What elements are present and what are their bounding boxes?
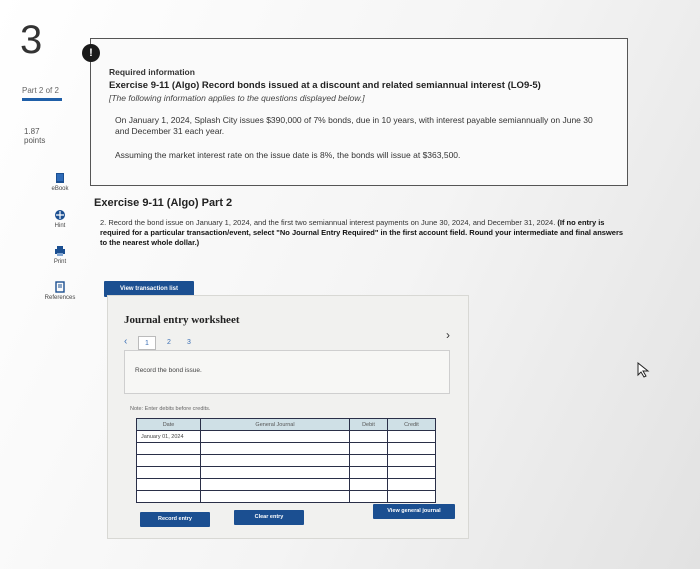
date-cell[interactable] (136, 442, 201, 455)
bond-issue-description: On January 1, 2024, Splash City issues $… (115, 115, 593, 136)
page-1-tab[interactable]: 1 (138, 336, 156, 350)
page-2-tab[interactable]: 2 (160, 336, 178, 350)
instructions: 2. Record the bond issue on January 1, 2… (100, 218, 630, 248)
print-icon (55, 246, 65, 256)
credit-header: Credit (387, 418, 436, 431)
book-icon (56, 173, 64, 183)
worksheet-title: Journal entry worksheet (124, 314, 240, 326)
transaction-description: Record the bond issue. (135, 367, 202, 374)
hint-button[interactable]: Hint (40, 209, 80, 229)
account-cell[interactable] (200, 430, 350, 443)
debit-cell[interactable] (349, 466, 388, 479)
debit-cell[interactable] (349, 430, 388, 443)
debit-header: Debit (349, 418, 388, 431)
alert-icon: ! (82, 44, 100, 62)
credit-cell[interactable] (387, 466, 436, 479)
part-progress-bar (22, 98, 62, 101)
left-rail: 3 Part 2 of 2 1.87 points eBook Hint Pri… (0, 0, 90, 569)
points-label: points (24, 136, 46, 145)
transaction-description-box: Record the bond issue. (124, 350, 450, 394)
instructions-text: 2. Record the bond issue on January 1, 2… (100, 218, 556, 227)
date-header: Date (136, 418, 201, 431)
table-row (136, 466, 436, 479)
exercise-heading: Exercise 9-11 (Algo) Record bonds issued… (109, 80, 541, 91)
table-row (136, 454, 436, 467)
applies-note: [The following information applies to th… (109, 93, 365, 103)
references-icon (55, 281, 65, 293)
chevron-right-icon[interactable]: › (446, 328, 450, 342)
account-cell[interactable] (200, 478, 350, 491)
required-information-panel: Required information Exercise 9-11 (Algo… (90, 38, 628, 186)
date-cell[interactable]: January 01, 2024 (136, 430, 201, 443)
debit-cell[interactable] (349, 442, 388, 455)
chevron-left-icon[interactable]: ‹ (124, 336, 134, 348)
page-3-tab[interactable]: 3 (180, 336, 198, 350)
references-label: References (44, 295, 76, 301)
points-number: 1.87 (24, 127, 40, 136)
date-cell[interactable] (136, 466, 201, 479)
part-label: Part 2 of 2 (22, 86, 59, 95)
table-row: January 01, 2024 (136, 430, 436, 443)
date-cell[interactable] (136, 490, 201, 503)
market-rate-description: Assuming the market interest rate on the… (115, 150, 461, 160)
required-info-heading: Required information (109, 67, 195, 77)
debit-cell[interactable] (349, 490, 388, 503)
credit-cell[interactable] (387, 478, 436, 491)
debit-cell[interactable] (349, 454, 388, 467)
account-cell[interactable] (200, 490, 350, 503)
points-value: 1.87 points (24, 127, 45, 145)
table-row (136, 442, 436, 455)
date-cell[interactable] (136, 454, 201, 467)
credit-cell[interactable] (387, 430, 436, 443)
debit-cell[interactable] (349, 478, 388, 491)
ebook-label: eBook (51, 186, 69, 192)
credit-cell[interactable] (387, 490, 436, 503)
journal-entry-worksheet: Journal entry worksheet ‹ 1 2 3 › Record… (107, 295, 469, 539)
hint-label: Hint (54, 223, 66, 229)
table-row (136, 490, 436, 503)
table-row (136, 478, 436, 491)
credit-cell[interactable] (387, 454, 436, 467)
references-button[interactable]: References (40, 281, 80, 301)
general-journal-header: General Journal (200, 418, 350, 431)
journal-table: Date General Journal Debit Credit Januar… (136, 418, 436, 503)
ebook-button[interactable]: eBook (40, 172, 80, 192)
account-cell[interactable] (200, 466, 350, 479)
account-cell[interactable] (200, 454, 350, 467)
mouse-cursor-icon (637, 362, 650, 378)
view-general-journal-button[interactable]: View general journal (373, 504, 455, 519)
account-cell[interactable] (200, 442, 350, 455)
print-button[interactable]: Print (40, 245, 80, 265)
part-title: Exercise 9-11 (Algo) Part 2 (94, 197, 233, 209)
print-label: Print (53, 259, 67, 265)
record-entry-button[interactable]: Record entry (140, 512, 210, 527)
credit-cell[interactable] (387, 442, 436, 455)
debits-note: Note: Enter debits before credits. (130, 406, 211, 412)
hint-icon (55, 210, 65, 220)
date-cell[interactable] (136, 478, 201, 491)
question-number: 3 (20, 18, 43, 62)
clear-entry-button[interactable]: Clear entry (234, 510, 304, 525)
